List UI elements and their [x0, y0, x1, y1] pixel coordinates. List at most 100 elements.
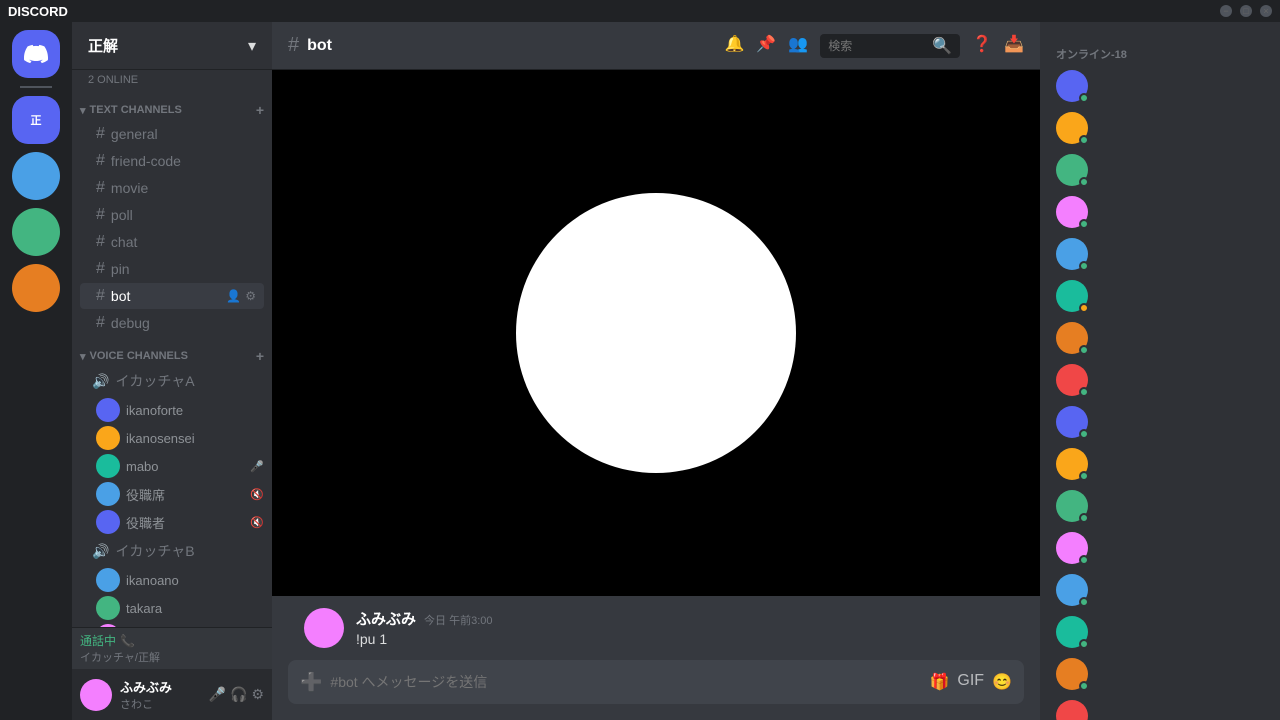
add-voice-channel-button[interactable]: +: [256, 348, 264, 364]
add-file-icon[interactable]: ➕: [300, 672, 322, 693]
channel-movie[interactable]: # movie: [80, 175, 264, 201]
voice-channel-ika-a[interactable]: 🔊 イカッチャA: [80, 367, 264, 395]
status-dot: [1079, 261, 1089, 271]
pin-icon[interactable]: 📌: [756, 34, 776, 58]
voice-member-ikanoforte[interactable]: ikanoforte: [72, 396, 272, 424]
members-icon[interactable]: 👥: [788, 34, 808, 58]
deafen-icon: 🔇: [250, 516, 264, 529]
member-name: 役職席: [126, 485, 165, 504]
channel-general[interactable]: # general: [80, 121, 264, 147]
channel-chat[interactable]: # chat: [80, 229, 264, 255]
category-chevron: ▾: [80, 104, 86, 117]
emoji-icon[interactable]: 😊: [992, 672, 1012, 692]
minimize-button[interactable]: −: [1220, 5, 1232, 17]
search-input[interactable]: [828, 39, 928, 53]
headphone-button[interactable]: 🎧: [230, 686, 247, 703]
message-input-bar[interactable]: ➕ 🎁 GIF 😊: [288, 660, 1024, 704]
members-icon[interactable]: 👤: [226, 289, 241, 303]
voice-channels-category[interactable]: ▾ VOICE CHANNELS +: [72, 344, 272, 366]
user-avatar: [80, 679, 112, 711]
member-item[interactable]: [1048, 318, 1272, 358]
member-avatar: [1056, 196, 1088, 228]
voice-member-takara[interactable]: takara: [72, 594, 272, 622]
voice-member-yakushosha[interactable]: 役職者 🔇: [72, 508, 272, 536]
channel-friend-code[interactable]: # friend-code: [80, 148, 264, 174]
member-item[interactable]: [1048, 444, 1272, 484]
member-item[interactable]: [1048, 570, 1272, 610]
voice-channel-ika-b[interactable]: 🔊 イカッチャB: [80, 537, 264, 565]
server-sidebar: 正: [0, 22, 72, 720]
server-icon-2[interactable]: [12, 152, 60, 200]
channel-debug[interactable]: # debug: [80, 310, 264, 336]
message-timestamp: 今日 午前3:00: [424, 612, 492, 628]
status-dot: [1079, 303, 1089, 313]
member-item[interactable]: [1048, 276, 1272, 316]
add-channel-button[interactable]: +: [256, 102, 264, 118]
voice-member-ikanoano[interactable]: ikanoano: [72, 566, 272, 594]
white-circle: [516, 193, 796, 473]
close-button[interactable]: ×: [1260, 5, 1272, 17]
voice-category-label: VOICE CHANNELS: [90, 350, 188, 362]
message-avatar: [304, 608, 344, 648]
member-item[interactable]: [1048, 486, 1272, 526]
user-tag: さわこ: [120, 696, 201, 712]
hash-icon: #: [96, 206, 105, 224]
bell-icon[interactable]: 🔔: [724, 34, 744, 58]
member-item[interactable]: [1048, 528, 1272, 568]
member-avatar: [1056, 700, 1088, 720]
status-dot: [1079, 471, 1089, 481]
server-icon-4[interactable]: [12, 264, 60, 312]
message-input[interactable]: [330, 674, 921, 690]
titlebar-controls[interactable]: − □ ×: [1220, 5, 1272, 17]
discord-home-button[interactable]: [12, 30, 60, 78]
maximize-button[interactable]: □: [1240, 5, 1252, 17]
server-icon-3[interactable]: [12, 208, 60, 256]
member-avatar: [1056, 364, 1088, 396]
member-item[interactable]: [1048, 654, 1272, 694]
avatar: [96, 482, 120, 506]
avatar: [96, 454, 120, 478]
question-icon[interactable]: ❓: [972, 34, 992, 58]
channel-hash-icon: #: [288, 34, 299, 57]
member-item[interactable]: [1048, 234, 1272, 274]
settings-icon[interactable]: ⚙: [245, 289, 256, 303]
channel-name: movie: [111, 180, 148, 196]
channel-poll[interactable]: # poll: [80, 202, 264, 228]
member-item[interactable]: [1048, 150, 1272, 190]
titlebar: DISCORD − □ ×: [0, 0, 1280, 22]
channel-bot-actions: 👤 ⚙: [226, 289, 256, 303]
message-content: ふみぶみ 今日 午前3:00 !pu 1: [356, 608, 1008, 647]
server-name-bar[interactable]: 正解 ▾: [72, 22, 272, 70]
voice-status-label: 通話中: [80, 632, 116, 649]
hash-icon: #: [96, 260, 105, 278]
mic-button[interactable]: 🎤: [209, 686, 226, 703]
voice-member-yakushoku[interactable]: 役職席 🔇: [72, 480, 272, 508]
message-area-bottom: ふみぶみ 今日 午前3:00 !pu 1: [272, 596, 1040, 660]
settings-button[interactable]: ⚙: [251, 686, 264, 703]
inbox-icon[interactable]: 📥: [1004, 34, 1024, 58]
member-item[interactable]: [1048, 402, 1272, 442]
channel-bot[interactable]: # bot 👤 ⚙: [80, 283, 264, 309]
member-item[interactable]: [1048, 696, 1272, 720]
member-item[interactable]: [1048, 360, 1272, 400]
gift-icon[interactable]: 🎁: [929, 672, 949, 692]
text-channels-category[interactable]: ▾ TEXT CHANNELS +: [72, 98, 272, 120]
voice-member-mabo[interactable]: mabo 🎤: [72, 452, 272, 480]
member-item[interactable]: [1048, 108, 1272, 148]
server-icon-1[interactable]: 正: [12, 96, 60, 144]
member-avatar: [1056, 616, 1088, 648]
channel-header: # bot 🔔 📌 👥 🔍 ❓ 📥: [272, 22, 1040, 70]
channel-header-actions: 🔔 📌 👥 🔍 ❓ 📥: [724, 34, 1024, 58]
voice-member-ikanosensei[interactable]: ikanosensei: [72, 424, 272, 452]
member-avatar: [1056, 532, 1088, 564]
channel-pin[interactable]: # pin: [80, 256, 264, 282]
member-avatar: [1056, 112, 1088, 144]
channel-name: poll: [111, 207, 133, 223]
member-item[interactable]: [1048, 192, 1272, 232]
gif-icon[interactable]: GIF: [957, 672, 984, 692]
member-item[interactable]: [1048, 66, 1272, 106]
channel-sidebar: 正解 ▾ 2 ONLINE ▾ TEXT CHANNELS + # genera…: [72, 22, 272, 720]
member-item[interactable]: [1048, 612, 1272, 652]
search-bar[interactable]: 🔍: [820, 34, 960, 58]
avatar: [96, 596, 120, 620]
